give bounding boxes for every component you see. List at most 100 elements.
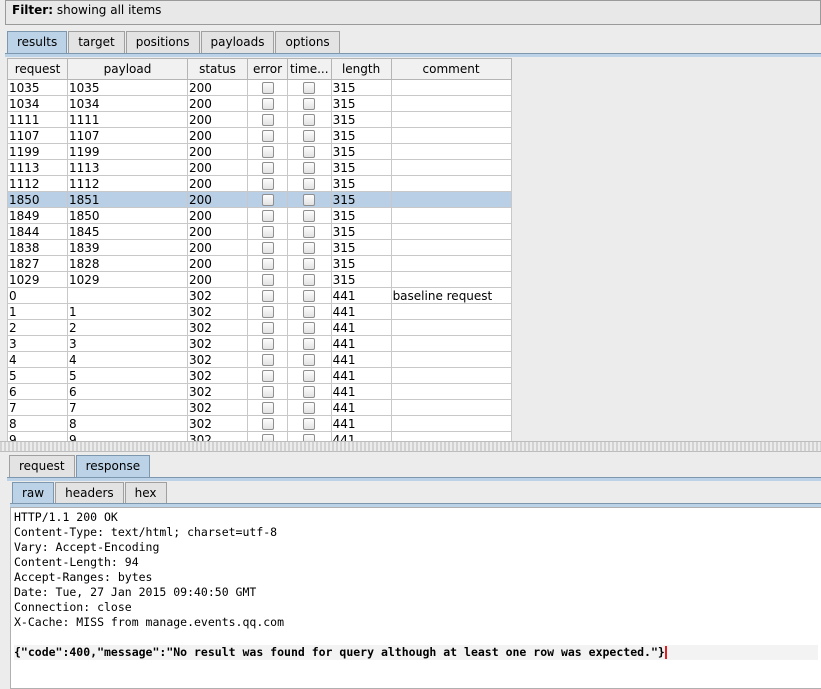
column-header-status[interactable]: status [187,58,248,80]
table-row[interactable]: 9 9 302 441 [7,431,512,441]
response-text-area[interactable]: HTTP/1.1 200 OK Content-Type: text/html; … [10,507,821,689]
timeout-checkbox[interactable] [303,434,316,441]
timeout-checkbox[interactable] [303,82,316,94]
error-checkbox[interactable] [261,146,274,158]
error-checkbox[interactable] [261,98,274,110]
error-checkbox[interactable] [261,242,274,254]
table-row[interactable]: 6 6 302 441 [7,383,512,400]
timeout-checkbox[interactable] [303,226,316,238]
column-header-error[interactable]: error [247,58,288,80]
error-checkbox[interactable] [261,338,274,350]
tab-request[interactable]: request [9,455,75,477]
table-row[interactable]: 1107 1107 200 315 [7,127,512,144]
tab-results[interactable]: results [7,31,68,53]
timeout-checkbox[interactable] [303,258,316,270]
timeout-checkbox[interactable] [303,290,316,302]
table-row[interactable]: 1029 1029 200 315 [7,271,512,288]
tab-target[interactable]: target [68,31,125,53]
column-header-comment[interactable]: comment [390,58,512,80]
table-row[interactable]: 1844 1845 200 315 [7,223,512,240]
timeout-checkbox[interactable] [303,194,316,206]
error-checkbox[interactable] [261,418,274,430]
error-checkbox[interactable] [261,434,274,441]
table-row[interactable]: 1111 1111 200 315 [7,111,512,128]
tab-headers[interactable]: headers [55,482,124,504]
timeout-checkbox[interactable] [303,338,316,350]
cell-payload: 1034 [67,95,188,112]
tab-payloads[interactable]: payloads [200,31,275,53]
timeout-checkbox[interactable] [303,178,316,190]
column-header-request[interactable]: request [7,58,68,80]
table-row[interactable]: 1112 1112 200 315 [7,175,512,192]
error-checkbox[interactable] [261,386,274,398]
cell-payload: 1029 [67,271,188,288]
error-checkbox[interactable] [261,162,274,174]
table-row[interactable]: 2 2 302 441 [7,319,512,336]
table-row[interactable]: 1850 1851 200 315 [7,191,512,208]
timeout-checkbox[interactable] [303,370,316,382]
filter-bar[interactable]: Filter: showing all items [5,0,821,25]
table-row[interactable]: 7 7 302 441 [7,399,512,416]
error-checkbox[interactable] [261,402,274,414]
table-row[interactable]: 1849 1850 200 315 [7,207,512,224]
error-checkbox[interactable] [261,82,274,94]
error-checkbox[interactable] [261,178,274,190]
pane-splitter[interactable] [0,441,821,452]
error-checkbox[interactable] [261,274,274,286]
timeout-checkbox[interactable] [303,242,316,254]
timeout-checkbox[interactable] [303,114,316,126]
cell-length: 441 [330,383,392,400]
tab-response[interactable]: response [75,455,151,477]
table-row[interactable]: 1827 1828 200 315 [7,255,512,272]
error-checkbox[interactable] [261,370,274,382]
timeout-checkbox[interactable] [303,146,316,158]
error-checkbox[interactable] [261,210,274,222]
error-checkbox[interactable] [261,322,274,334]
table-row[interactable]: 1035 1035 200 315 [7,79,512,96]
timeout-checkbox[interactable] [303,130,316,142]
timeout-checkbox[interactable] [303,322,316,334]
tab-raw[interactable]: raw [12,482,55,504]
column-header-length[interactable]: length [330,58,392,80]
error-checkbox[interactable] [261,290,274,302]
timeout-checkbox[interactable] [303,306,316,318]
table-row[interactable]: 1 1 302 441 [7,303,512,320]
timeout-checkbox[interactable] [303,98,316,110]
column-header-payload[interactable]: payload [67,58,188,80]
table-row[interactable]: 1034 1034 200 315 [7,95,512,112]
table-row[interactable]: 1199 1199 200 315 [7,143,512,160]
error-checkbox[interactable] [261,130,274,142]
error-checkbox[interactable] [261,306,274,318]
timeout-checkbox[interactable] [303,354,316,366]
cell-payload: 5 [67,367,188,384]
tab-options[interactable]: options [275,31,340,53]
table-row[interactable]: 8 8 302 441 [7,415,512,432]
timeout-checkbox[interactable] [303,402,316,414]
cell-comment [390,95,512,112]
timeout-checkbox[interactable] [303,386,316,398]
tab-hex[interactable]: hex [124,482,167,504]
results-table-container[interactable]: request payload status error time... len… [7,58,821,441]
timeout-checkbox[interactable] [303,274,316,286]
error-checkbox[interactable] [261,258,274,270]
error-checkbox[interactable] [261,354,274,366]
table-row[interactable]: 1113 1113 200 315 [7,159,512,176]
table-row[interactable]: 3 3 302 441 [7,335,512,352]
error-checkbox[interactable] [261,194,274,206]
timeout-checkbox[interactable] [303,210,316,222]
timeout-checkbox[interactable] [303,162,316,174]
table-row[interactable]: 1838 1839 200 315 [7,239,512,256]
timeout-checkbox[interactable] [303,418,316,430]
cell-length: 315 [330,79,392,96]
table-row[interactable]: 4 4 302 441 [7,351,512,368]
error-checkbox[interactable] [261,226,274,238]
cell-request: 1112 [7,175,68,192]
cell-comment [390,191,512,208]
cell-status: 200 [187,143,248,160]
table-row[interactable]: 0 302 441 baseline request [7,287,512,304]
error-checkbox[interactable] [261,114,274,126]
tab-positions[interactable]: positions [125,31,200,53]
filter-label: Filter: [12,3,54,17]
column-header-timeout[interactable]: time... [287,58,332,80]
table-row[interactable]: 5 5 302 441 [7,367,512,384]
